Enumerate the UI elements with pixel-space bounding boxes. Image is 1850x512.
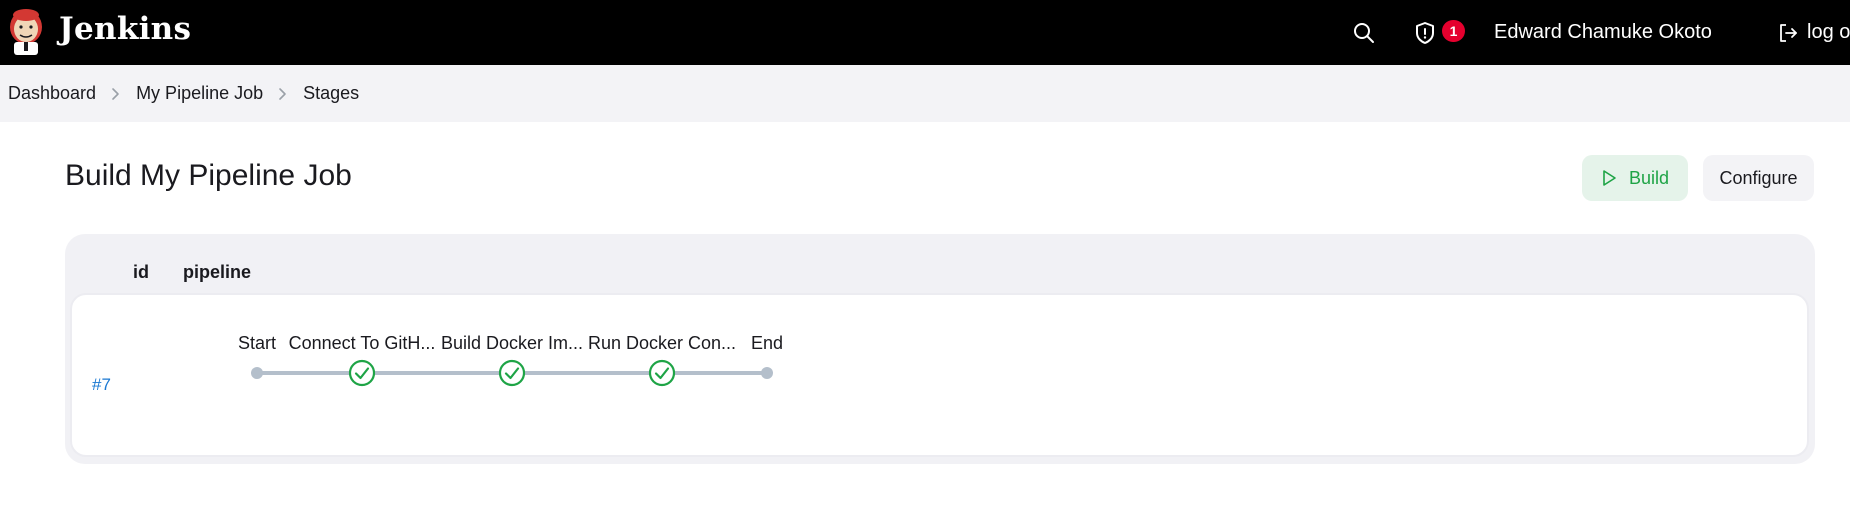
user-name: Edward Chamuke Okoto: [1494, 21, 1712, 43]
stage-node-dot: [761, 367, 773, 379]
configure-button[interactable]: Configure: [1703, 155, 1814, 201]
pipeline-graph: [251, 359, 773, 387]
breadcrumb-stages[interactable]: Stages: [303, 83, 359, 104]
logout-icon: [1780, 23, 1797, 42]
stage-label[interactable]: Connect To GitH...: [289, 333, 436, 354]
column-header-id: id: [133, 262, 149, 282]
jenkins-logo-icon[interactable]: [6, 5, 46, 57]
search-button[interactable]: [1352, 0, 1378, 65]
user-menu-button[interactable]: Edward Chamuke Okoto: [1486, 0, 1716, 65]
logout-button[interactable]: log o: [1777, 0, 1850, 65]
security-badge: 1: [1442, 20, 1465, 42]
search-icon: [1354, 22, 1374, 43]
chevron-right-icon: [96, 87, 136, 101]
stage-label[interactable]: Run Docker Con...: [588, 333, 736, 354]
build-button[interactable]: Build: [1582, 155, 1688, 201]
stage-success-icon[interactable]: [348, 359, 376, 387]
breadcrumb: Dashboard My Pipeline Job Stages: [0, 65, 1850, 122]
chevron-right-icon: [263, 87, 303, 101]
stage-label[interactable]: Build Docker Im...: [441, 333, 583, 354]
stage-success-icon[interactable]: [498, 359, 526, 387]
page-title: Build My Pipeline Job: [65, 159, 352, 192]
logout-label: log o: [1807, 21, 1850, 43]
breadcrumb-dashboard[interactable]: Dashboard: [8, 83, 96, 104]
play-icon: [1603, 170, 1616, 186]
stage-success-icon[interactable]: [648, 359, 676, 387]
stage-label[interactable]: End: [751, 333, 783, 354]
brand-title[interactable]: Jenkins: [59, 9, 191, 49]
breadcrumb-job[interactable]: My Pipeline Job: [136, 83, 263, 104]
build-button-label: Build: [1628, 167, 1670, 188]
top-header: Jenkins 1 Edward Chamuke Okoto log o: [0, 0, 1850, 65]
stage-node-dot: [251, 367, 263, 379]
stage-label[interactable]: Start: [238, 333, 276, 354]
column-header-pipeline: pipeline: [183, 262, 252, 282]
shield-warning-icon: [1416, 21, 1434, 44]
